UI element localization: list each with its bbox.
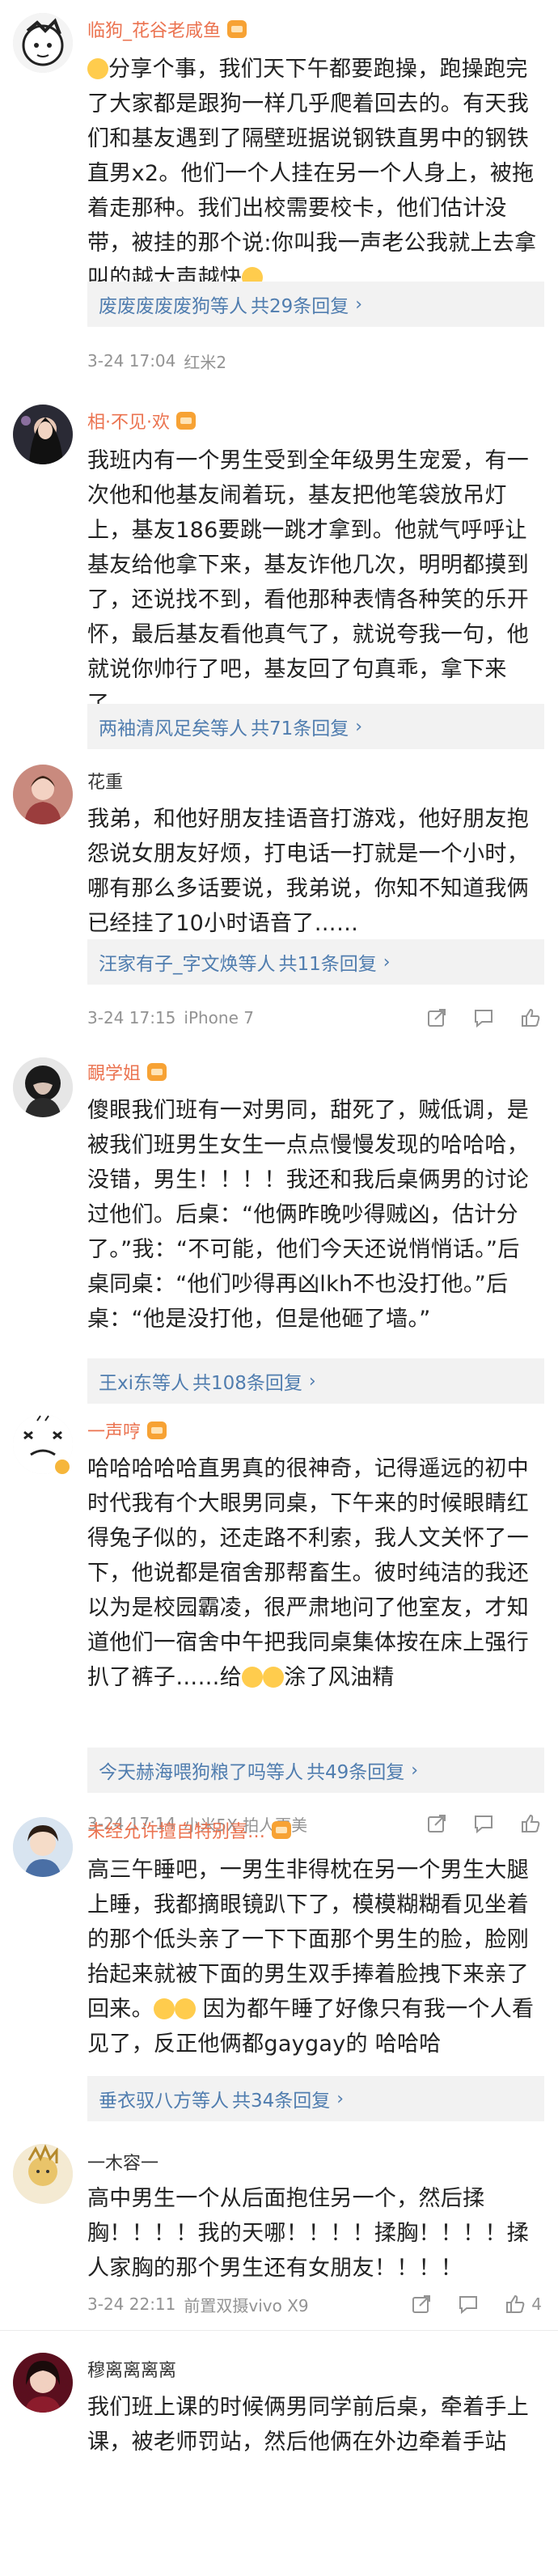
username-row: 一木容一 <box>87 2147 159 2176</box>
like-count: 4 <box>531 2294 542 2314</box>
comment-text: 高中男生一个从后面抱住另一个，然后揉胸！！！！我的天哪！！！！揉胸！！！！揉人家… <box>87 2186 529 2281</box>
comment-text: 分享个事，我们天下午都要跑操，跑操跑完了大家都是跟狗一样几乎爬着回去的。有天我们… <box>87 57 537 290</box>
reply-users[interactable]: 王xi东等人 <box>99 1367 189 1395</box>
comment-actions: 4 <box>386 2288 542 2320</box>
verified-badge-icon <box>53 1458 71 1476</box>
chevron-right-icon: › <box>308 1371 316 1392</box>
comment-text: 高三午睡吧，一男生非得枕在另一个男生大腿上睡，我都摘眼镜趴下了，模模糊糊看见坐着… <box>87 1858 535 2057</box>
username-row: 穆离离离离 <box>87 2354 176 2383</box>
reply-count[interactable]: 共11条回复 <box>279 948 377 976</box>
username-row: 临狗_花谷老咸鱼 <box>87 15 247 44</box>
username[interactable]: 一木容一 <box>87 2149 159 2175</box>
comment-text: 我弟，和他好朋友挂语音打游戏，他好朋友抱怨说女朋友好烦，打电话一打就是一个小时，… <box>87 807 529 936</box>
reply-count[interactable]: 共71条回复 <box>251 713 349 740</box>
comment-actions <box>401 1807 542 1840</box>
device-source: iPhone 7 <box>184 1008 254 1027</box>
username-row: 花重 <box>87 766 123 795</box>
comment-icon[interactable] <box>472 1006 495 1029</box>
laugh-cry-emoji-icon <box>153 1998 175 2019</box>
username[interactable]: 临狗_花谷老咸鱼 <box>87 16 221 42</box>
avatar[interactable] <box>13 1817 73 1877</box>
comment-actions <box>401 1002 542 1034</box>
divider <box>0 2330 558 2331</box>
like-icon[interactable] <box>519 1006 542 1029</box>
reply-summary[interactable]: 今天赫海喂狗粮了吗等人 共49条回复 › <box>87 1748 544 1793</box>
like-icon[interactable] <box>504 2293 526 2315</box>
reply-users[interactable]: 汪家有子_字文焕等人 <box>99 948 276 976</box>
vip-badge-icon <box>147 1421 167 1439</box>
username[interactable]: 靦学姐 <box>87 1059 141 1085</box>
timestamp: 3-24 22:11 <box>87 2294 176 2314</box>
smile-emoji-icon <box>242 1667 264 1688</box>
comment-meta: 3-24 17:04 红米2 <box>87 345 235 377</box>
like-icon[interactable] <box>519 1812 542 1835</box>
timestamp: 3-24 17:04 <box>87 351 176 371</box>
chevron-right-icon: › <box>355 716 363 737</box>
comment-text: 我们班上课的时候俩男同学前后桌，牵着手上课，被老师罚站，然后他俩在外边牵着手站 <box>87 2395 529 2455</box>
laugh-cry-emoji-icon <box>174 1998 196 2019</box>
reply-users[interactable]: 垂衣驭八方等人 <box>99 2085 229 2112</box>
comment-text: 傻眼我们班有一对男同，甜死了，贼低调，是被我们班男生女生一点点慢慢发现的哈哈哈，… <box>87 1098 529 1332</box>
avatar[interactable] <box>13 765 73 824</box>
reply-summary[interactable]: 废废废废废狗等人 共29条回复 › <box>87 282 544 327</box>
username[interactable]: 穆离离离离 <box>87 2356 176 2382</box>
chevron-right-icon: › <box>411 1760 419 1781</box>
reply-summary[interactable]: 垂衣驭八方等人 共34条回复 › <box>87 2076 544 2121</box>
comment-text: 哈哈哈哈哈直男真的很神奇，记得遥远的初中时代我有个大眼男同桌，下午来的时候眼睛红… <box>87 1456 529 1690</box>
device-source: 红米2 <box>184 352 227 372</box>
username-row: 未经允许擅自特别喜… <box>87 1815 292 1845</box>
comment-meta: 3-24 22:11 前置双摄vivo X9 <box>87 2288 317 2320</box>
avatar[interactable] <box>13 1057 73 1117</box>
vip-badge-icon <box>176 412 196 430</box>
smile-emoji-icon <box>263 1667 285 1688</box>
username[interactable]: 一声哼 <box>87 1417 141 1443</box>
username-row: 相·不见·欢 <box>87 406 196 435</box>
chevron-right-icon: › <box>355 294 363 315</box>
username-row: 靦学姐 <box>87 1057 167 1087</box>
reply-summary[interactable]: 两袖清风足矣等人 共71条回复 › <box>87 704 544 749</box>
share-icon[interactable] <box>425 1812 448 1835</box>
vip-badge-icon <box>227 20 247 38</box>
vip-badge-icon <box>272 1821 292 1839</box>
share-icon[interactable] <box>410 2293 433 2315</box>
reply-summary[interactable]: 王xi东等人 共108条回复 › <box>87 1358 544 1404</box>
comment-meta: 3-24 17:15 iPhone 7 <box>87 1002 262 1034</box>
timestamp: 3-24 17:15 <box>87 1008 176 1027</box>
vip-badge-icon <box>147 1063 167 1081</box>
username[interactable]: 相·不见·欢 <box>87 408 170 434</box>
share-icon[interactable] <box>425 1006 448 1029</box>
reply-count[interactable]: 共34条回复 <box>232 2085 330 2112</box>
username-row: 一声哼 <box>87 1416 167 1445</box>
reply-users[interactable]: 废废废废废狗等人 <box>99 290 247 318</box>
avatar[interactable] <box>13 2353 73 2413</box>
grimace-emoji-icon <box>87 58 108 79</box>
comment-text: 我班内有一个男生受到全年级男生宠爱，有一次他和他基友闹着玩，基友把他笔袋放吊灯上… <box>87 448 529 717</box>
device-source: 前置双摄vivo X9 <box>184 2295 309 2315</box>
avatar[interactable] <box>13 13 73 73</box>
chevron-right-icon: › <box>336 2088 345 2109</box>
comment-icon[interactable] <box>457 2293 480 2315</box>
username[interactable]: 花重 <box>87 768 123 794</box>
reply-count[interactable]: 共29条回复 <box>251 290 349 318</box>
reply-users[interactable]: 今天赫海喂狗粮了吗等人 <box>99 1756 303 1784</box>
reply-summary[interactable]: 汪家有子_字文焕等人 共11条回复 › <box>87 939 544 985</box>
username[interactable]: 未经允许擅自特别喜… <box>87 1817 265 1843</box>
reply-count[interactable]: 共108条回复 <box>192 1367 302 1395</box>
chevron-right-icon: › <box>383 951 391 972</box>
comment-icon[interactable] <box>472 1812 495 1835</box>
avatar[interactable] <box>13 2144 73 2204</box>
avatar[interactable] <box>13 405 73 464</box>
reply-users[interactable]: 两袖清风足矣等人 <box>99 713 247 740</box>
reply-count[interactable]: 共49条回复 <box>306 1756 404 1784</box>
